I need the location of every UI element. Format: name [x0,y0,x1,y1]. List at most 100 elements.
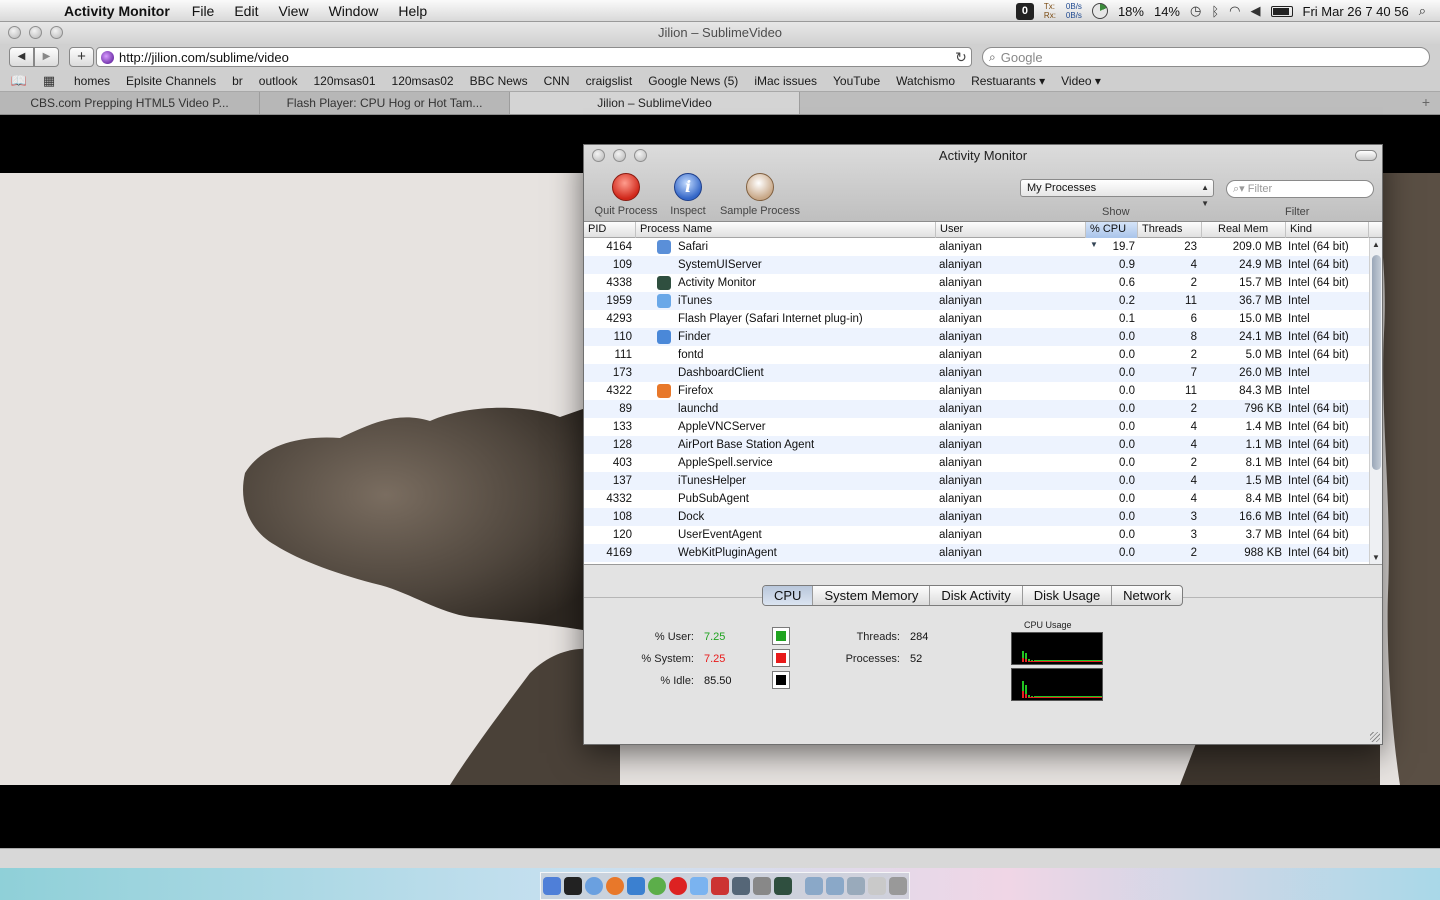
bookmark-item[interactable]: Eplsite Channels [118,74,224,88]
activity-monitor-icon[interactable] [774,877,792,895]
table-row[interactable]: 109 SystemUIServer alaniyan 0.9 4 24.9 MB Inte… [584,256,1369,274]
menu-help[interactable]: Help [388,3,437,19]
wifi-icon[interactable]: ◠ [1229,3,1240,19]
bookmark-folder[interactable]: Restuarants ▾ [963,74,1053,88]
bookmark-item[interactable]: CNN [536,74,578,88]
table-row[interactable]: 4164 Safari alaniyan 19.7 23 209.0 MB Intel (6… [584,238,1369,256]
bookmark-item[interactable]: Google News (5) [640,74,746,88]
toolbar-toggle-button[interactable] [1355,150,1377,161]
downloads-icon[interactable] [868,877,886,895]
bookmark-folder[interactable]: Video ▾ [1053,74,1109,88]
table-row[interactable]: 4338 Activity Monitor alaniyan 0.6 2 15.7 MB I… [584,274,1369,292]
table-row[interactable]: 110 Finder alaniyan 0.0 8 24.1 MB Intel (64 bi… [584,328,1369,346]
tab-system-memory[interactable]: System Memory [813,586,931,605]
cpu-percent[interactable]: 18% [1118,4,1144,19]
bookmark-item[interactable]: YouTube [825,74,888,88]
folder-icon[interactable] [826,877,844,895]
time-machine-icon[interactable]: ◷ [1190,3,1201,19]
scroll-down-icon[interactable]: ▼ [1372,553,1380,562]
minimize-icon[interactable] [29,26,42,39]
tab-disk-activity[interactable]: Disk Activity [930,586,1023,605]
cisco-icon[interactable] [711,877,729,895]
top-sites-icon[interactable]: ▦ [40,73,58,89]
scroll-up-icon[interactable]: ▲ [1372,240,1380,249]
back-button[interactable]: ◀ [9,47,34,67]
menu-edit[interactable]: Edit [224,3,268,19]
table-row[interactable]: 1959 iTunes alaniyan 0.2 11 36.7 MB Intel [584,292,1369,310]
reload-icon[interactable]: ↻ [951,49,971,66]
bookmark-item[interactable]: br [224,74,251,88]
menu-clock[interactable]: Fri Mar 26 7 40 56 [1303,4,1409,19]
zoom-icon[interactable] [50,26,63,39]
menu-app-name[interactable]: Activity Monitor [54,3,182,19]
column-header-real-mem[interactable]: Real Mem [1202,222,1286,238]
close-icon[interactable] [8,26,21,39]
chrome-icon[interactable] [648,877,666,895]
bookmark-item[interactable]: craigslist [578,74,641,88]
tab-jilion[interactable]: Jilion – SublimeVideo [510,92,800,114]
bluetooth-icon[interactable]: ᛒ [1211,4,1219,19]
column-header-user[interactable]: User [936,222,1086,238]
column-header-cpu[interactable]: % CPU ▼ [1086,222,1138,249]
quit-process-button[interactable]: Quit Process [592,173,660,217]
idle-color-well[interactable] [772,671,790,689]
trash-icon[interactable] [889,877,907,895]
menu-file[interactable]: File [182,3,225,19]
table-row[interactable]: 4332 PubSubAgent alaniyan 0.0 4 8.4 MB Intel (… [584,490,1369,508]
column-header-process-name[interactable]: Process Name [636,222,936,238]
menu-view[interactable]: View [268,3,318,19]
bookmark-item[interactable]: 120msas02 [384,74,462,88]
table-row[interactable]: 120 UserEventAgent alaniyan 0.0 3 3.7 MB Intel… [584,526,1369,544]
battery-icon[interactable] [1270,5,1293,17]
table-row[interactable]: 137 iTunesHelper alaniyan 0.0 4 1.5 MB Intel (… [584,472,1369,490]
preview-icon[interactable] [732,877,750,895]
itunes-icon[interactable] [690,877,708,895]
documents-icon[interactable] [847,877,865,895]
table-scrollbar[interactable]: ▲ ▼ [1369,238,1382,564]
bookmark-item[interactable]: Watchismo [888,74,963,88]
table-row[interactable]: 173 DashboardClient alaniyan 0.0 7 26.0 MB Int… [584,364,1369,382]
status-app-icon[interactable]: 0 [1015,2,1034,20]
table-row[interactable]: 4322 Firefox alaniyan 0.0 11 84.3 MB Intel [584,382,1369,400]
tab-cbs[interactable]: CBS.com Prepping HTML5 Video P... [0,92,260,114]
tab-cpu[interactable]: CPU [763,586,814,605]
column-header-kind[interactable]: Kind [1286,222,1369,238]
tab-disk-usage[interactable]: Disk Usage [1023,586,1113,605]
table-row[interactable]: 133 AppleVNCServer alaniyan 0.0 4 1.4 MB Intel… [584,418,1369,436]
table-row[interactable]: 128 AirPort Base Station Agent alaniyan 0.0… [584,436,1369,454]
firefox-icon[interactable] [606,877,624,895]
table-row[interactable]: 4169 WebKitPluginAgent alaniyan 0.0 2 988 KB I… [584,544,1369,562]
terminal-icon[interactable] [564,877,582,895]
address-bar[interactable]: http://jilion.com/sublime/video ↻ [96,47,972,67]
table-row[interactable]: 403 AppleSpell.service alaniyan 0.0 2 8.1 MB I… [584,454,1369,472]
search-field[interactable]: ⌕ Google [982,47,1430,67]
bookmark-item[interactable]: homes [66,74,118,88]
column-header-threads[interactable]: Threads [1138,222,1202,238]
mem-percent[interactable]: 14% [1154,4,1180,19]
scrollbar-thumb[interactable] [1372,255,1381,470]
sample-process-button[interactable]: Sample Process [718,173,802,217]
table-row[interactable]: 111 fontd alaniyan 0.0 2 5.0 MB Intel (64 bit) [584,346,1369,364]
url-text[interactable]: http://jilion.com/sublime/video [119,50,951,65]
resize-grip-icon[interactable] [1370,732,1380,742]
bookmark-item[interactable]: 120msas01 [305,74,383,88]
finder-icon[interactable] [543,877,561,895]
cpu-pie-icon[interactable] [1091,3,1108,19]
bookmark-item[interactable]: outlook [251,74,306,88]
user-color-well[interactable] [772,627,790,645]
table-row[interactable]: 108 Dock alaniyan 0.0 3 16.6 MB Intel (64 bit) [584,508,1369,526]
safari-icon[interactable] [585,877,603,895]
system-preferences-icon[interactable] [753,877,771,895]
opera-icon[interactable] [669,877,687,895]
forward-button[interactable]: ▶ [34,47,59,67]
folder-icon[interactable] [805,877,823,895]
menu-window[interactable]: Window [319,3,389,19]
table-row[interactable]: 4293 Flash Player (Safari Internet plug-i… [584,310,1369,328]
bookmark-item[interactable]: iMac issues [746,74,825,88]
bookmark-item[interactable]: BBC News [462,74,536,88]
new-tab-icon[interactable]: + [1422,94,1430,110]
tab-flash-player[interactable]: Flash Player: CPU Hog or Hot Tam... [260,92,510,114]
column-header-pid[interactable]: PID [584,222,636,238]
show-processes-select[interactable]: My Processes ▲ ▼ [1020,179,1214,208]
add-bookmark-button[interactable]: + [69,47,94,67]
